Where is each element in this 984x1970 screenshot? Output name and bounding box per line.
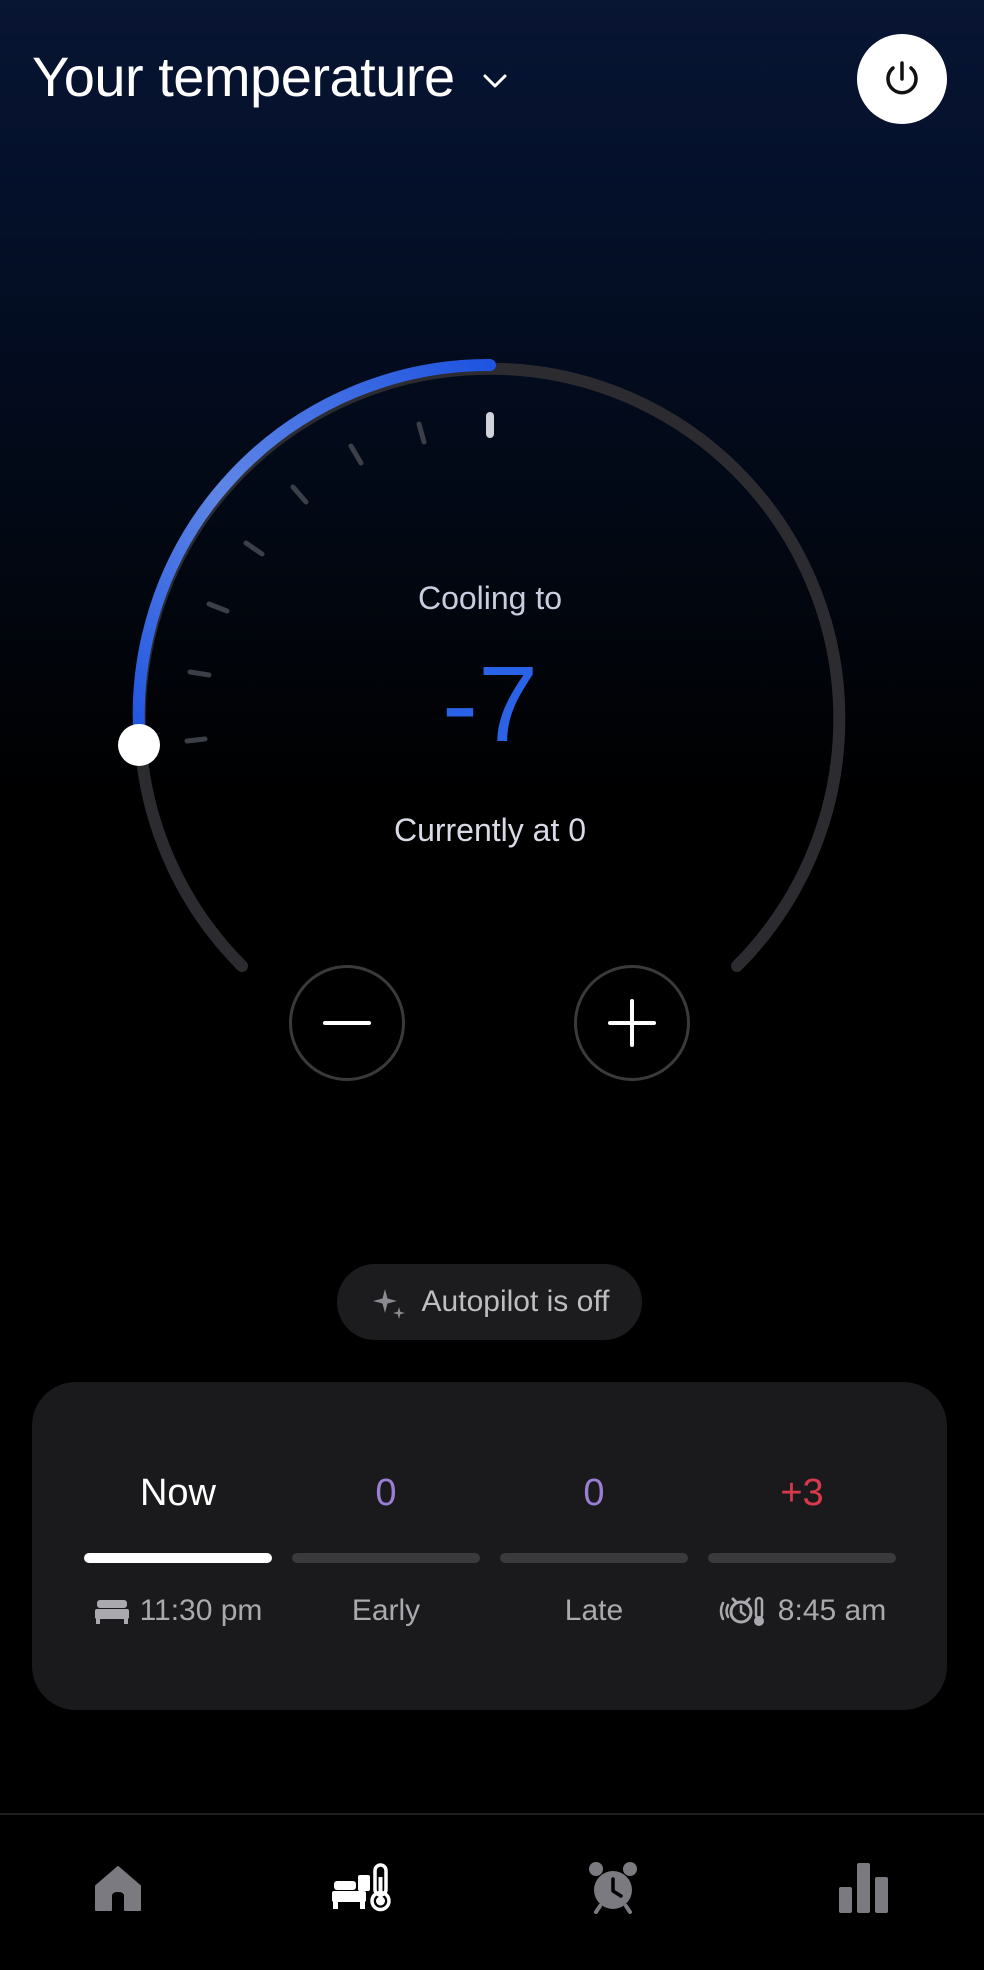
schedule-label: 11:30 pm	[64, 1594, 292, 1628]
schedule-value: 0	[583, 1472, 605, 1514]
nav-item-home[interactable]	[76, 1846, 160, 1930]
minus-icon	[323, 1021, 371, 1025]
dial-handle[interactable]	[118, 724, 160, 766]
schedule-label: 8:45 am	[688, 1594, 916, 1628]
schedule-label-text: 11:30 pm	[139, 1594, 263, 1627]
schedule-bar	[84, 1553, 272, 1563]
current-temperature-label: Currently at 0	[393, 812, 587, 848]
status-label: Cooling to	[417, 580, 563, 616]
schedule-column-early[interactable]: 0 Early	[292, 1382, 480, 1710]
schedule-label-text: 8:45 am	[777, 1594, 887, 1627]
autopilot-label: Autopilot is off	[421, 1285, 610, 1318]
bed-icon	[94, 1600, 129, 1624]
schedule-label-text: Early	[351, 1594, 421, 1627]
increase-button[interactable]	[574, 965, 690, 1081]
temperature-dial[interactable]	[0, 0, 984, 1100]
schedule-value: Now	[139, 1472, 217, 1514]
schedule-value: +3	[780, 1472, 824, 1514]
nav-item-stats[interactable]	[822, 1846, 906, 1930]
alarm-thermometer-icon	[719, 1596, 764, 1626]
schedule-card: Now 11:30 pm 0 Early 0 Late +3 8:45 am	[32, 1382, 947, 1710]
nav-item-alarm[interactable]	[571, 1846, 655, 1930]
schedule-label: Late	[480, 1594, 708, 1628]
bed-thermometer-icon	[332, 1863, 391, 1912]
schedule-label: Early	[272, 1594, 500, 1628]
schedule-bar	[292, 1553, 480, 1563]
decrease-button[interactable]	[289, 965, 405, 1081]
schedule-value: 0	[375, 1472, 397, 1514]
nav-item-temperature[interactable]	[322, 1846, 406, 1930]
plus-icon	[608, 999, 656, 1047]
schedule-bar	[708, 1553, 896, 1563]
nav-divider	[0, 1813, 984, 1815]
bar-chart-icon	[839, 1863, 888, 1913]
sparkle-icon	[372, 1289, 405, 1319]
schedule-bar	[500, 1553, 688, 1563]
schedule-column-late[interactable]: 0 Late	[500, 1382, 688, 1710]
autopilot-pill[interactable]: Autopilot is off	[337, 1264, 642, 1340]
home-icon	[95, 1866, 141, 1911]
schedule-column-wake[interactable]: +3 8:45 am	[708, 1382, 896, 1710]
alarm-clock-icon	[589, 1862, 637, 1914]
schedule-column-now[interactable]: Now 11:30 pm	[84, 1382, 272, 1710]
target-temperature: -7	[441, 643, 539, 764]
schedule-label-text: Late	[564, 1594, 624, 1627]
